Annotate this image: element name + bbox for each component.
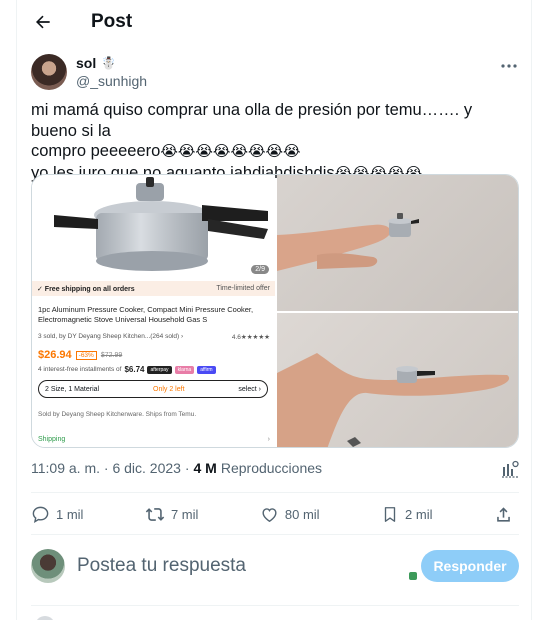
installments-text: 4 interest-free installments of	[38, 366, 122, 373]
size-selector: 2 Size, 1 Material Only 2 left select ›	[38, 380, 268, 398]
pressure-cooker-illustration	[54, 177, 268, 271]
arrow-left-icon	[36, 15, 50, 29]
reply-icon	[32, 506, 49, 523]
more-options-button[interactable]	[497, 56, 521, 76]
post-header: Post	[17, 0, 533, 44]
palm-with-mini-pot-illustration	[277, 353, 510, 447]
pressure-cooker-product-image: 2/9	[32, 175, 275, 281]
sold-text: 3 sold, by DY Deyang Sheep Kitchen...(26…	[38, 333, 184, 340]
product-title: 1pc Aluminum Pressure Cooker, Compact Mi…	[38, 305, 254, 324]
views-count: 4 M	[193, 460, 217, 476]
affirm-badge: affirm	[197, 365, 216, 374]
reply-button[interactable]: 1 mil	[31, 505, 83, 524]
select-text: select ›	[238, 385, 261, 393]
klarna-badge: klarna	[174, 365, 195, 374]
repost-button[interactable]: 7 mil	[145, 505, 198, 524]
views-label: Reproducciones	[220, 460, 323, 476]
post-meta: 11:09 a. m. · 6 dic. 2023 · 4 M Reproduc…	[31, 460, 519, 478]
bookmark-button[interactable]: 2 mil	[381, 505, 433, 524]
author-row: sol ☃️ @_sunhigh	[31, 54, 521, 90]
divider	[31, 534, 519, 535]
bookmark-count: 2 mil	[405, 506, 433, 522]
repost-count: 7 mil	[170, 506, 199, 522]
heart-icon	[262, 507, 277, 522]
tweet-line-2: compro peeeeero😭😭😭😭😭😭😭😭	[31, 141, 519, 163]
share-button[interactable]	[494, 505, 519, 524]
shipping-arrow: ›	[267, 436, 270, 443]
analytics-icon	[502, 460, 519, 478]
installment-amount: $6.74	[124, 365, 145, 374]
media-grid: 2/9 ✓ Free shipping on all orders Time-l…	[31, 174, 519, 448]
sold-info: 3 sold, by DY Deyang Sheep Kitchen...(26…	[38, 333, 270, 341]
free-shipping-banner: ✓ Free shipping on all orders Time-limit…	[32, 281, 275, 296]
shipping-text: Shipping	[38, 436, 66, 443]
afterpay-badge: afterpay	[147, 365, 172, 374]
divider	[31, 605, 519, 606]
tweet-text: mi mamá quiso comprar una olla de presió…	[31, 100, 519, 184]
reply-input[interactable]: Postea tu respuesta	[77, 555, 421, 577]
back-button[interactable]	[23, 2, 63, 42]
share-icon	[497, 506, 510, 522]
time-limited-text: Time-limited offer	[216, 285, 270, 292]
price: $26.94	[38, 349, 72, 361]
size-label: 2 Size, 1 Material	[45, 385, 100, 393]
mini-pot-photo-fingers[interactable]	[277, 175, 518, 311]
discount-badge: -63%	[75, 350, 97, 360]
reply-count: 1 mil	[56, 506, 84, 522]
hand-holding-mini-pot-illustration	[277, 213, 419, 271]
sold-by-text: Sold by Deyang Sheep Kitchenware. Ships …	[38, 411, 197, 418]
installments-row: 4 interest-free installments of $6.74 af…	[38, 365, 216, 374]
post-column: Post sol ☃️ @_sunhigh mi mamá quiso comp…	[16, 0, 532, 620]
image-pager: 2/9	[251, 265, 269, 274]
author-names: sol ☃️ @_sunhigh	[76, 55, 147, 89]
divider	[31, 492, 519, 493]
status-indicator	[409, 572, 417, 580]
repost-icon	[145, 507, 165, 521]
reply-composer: Postea tu respuesta Responder	[31, 548, 519, 584]
like-count: 80 mil	[284, 506, 320, 522]
actions-bar: 1 mil 7 mil 80 mil 2 mil	[31, 502, 519, 526]
mini-pot-photo-palm[interactable]	[277, 313, 518, 447]
price-row: $26.94 -63% $72.99	[38, 349, 122, 361]
author-avatar[interactable]	[31, 54, 67, 90]
user-avatar[interactable]	[31, 549, 65, 583]
analytics-button[interactable]	[501, 460, 519, 478]
author-name[interactable]: sol	[76, 55, 96, 71]
post-timestamp[interactable]: 11:09 a. m. · 6 dic. 2023 ·	[31, 460, 190, 476]
free-shipping-text: ✓ Free shipping on all orders	[37, 285, 135, 293]
page-title: Post	[91, 11, 133, 32]
like-button[interactable]: 80 mil	[260, 505, 320, 524]
bookmark-icon	[384, 506, 396, 522]
author-handle[interactable]: @_sunhigh	[76, 73, 147, 89]
only-left-text: Only 2 left	[153, 385, 185, 393]
tweet-line-1: mi mamá quiso comprar una olla de presió…	[31, 101, 473, 140]
more-icon	[501, 64, 517, 68]
old-price: $72.99	[100, 351, 123, 359]
temu-screenshot-image[interactable]: 2/9 ✓ Free shipping on all orders Time-l…	[32, 175, 275, 447]
crying-emojis: 😭😭😭😭😭😭😭😭	[160, 143, 301, 160]
shipping-row: Shipping ›	[38, 436, 270, 443]
reply-submit-button[interactable]: Responder	[421, 550, 519, 582]
tweet-line-2-text: compro peeeeero	[31, 142, 161, 160]
snowman-emoji: ☃️	[101, 56, 117, 70]
rating-text: 4.6★★★★★	[231, 334, 270, 341]
next-reply-avatar[interactable]	[35, 616, 55, 620]
